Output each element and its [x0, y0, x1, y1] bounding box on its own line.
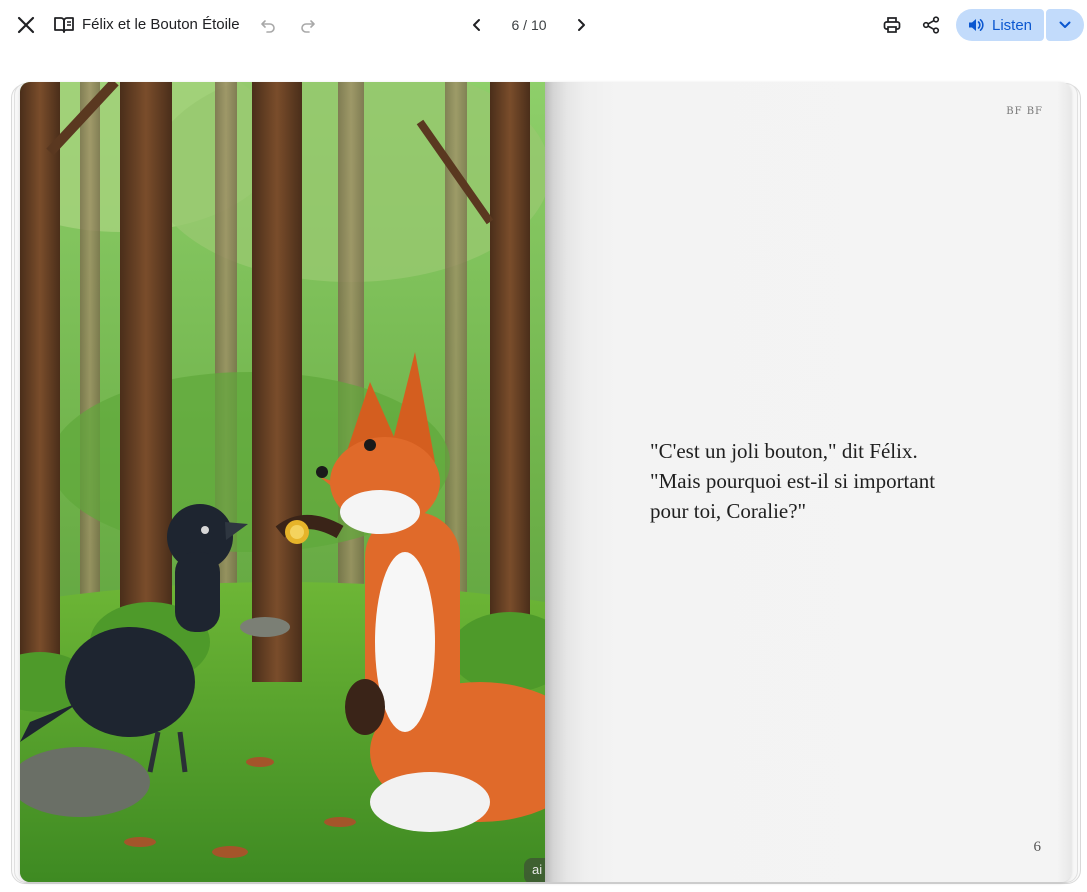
corner-mark: BF BF	[1006, 106, 1043, 117]
left-page: ai	[20, 82, 545, 882]
close-button[interactable]	[10, 9, 42, 41]
right-page: BF BF "C'est un joli bouton," dit Félix.…	[545, 82, 1071, 882]
chevron-left-icon	[473, 19, 480, 31]
book-spread: ai BF BF "C'est un joli bouton," dit Fél…	[20, 82, 1071, 882]
chevron-right-icon	[578, 19, 585, 31]
listen-label: Listen	[992, 16, 1033, 34]
illustration-fox-and-crow	[20, 82, 545, 882]
previous-page-button[interactable]	[462, 10, 492, 40]
share-button[interactable]	[915, 9, 947, 41]
next-page-button[interactable]	[566, 10, 596, 40]
story-line: pour toi, Coralie?"	[650, 499, 807, 523]
undo-button[interactable]	[254, 11, 282, 39]
page-counter: 6 / 10	[511, 17, 547, 33]
share-icon	[922, 16, 940, 34]
undo-icon	[261, 20, 275, 33]
redo-button[interactable]	[294, 11, 322, 39]
speaker-icon	[969, 19, 984, 31]
listen-button[interactable]: Listen	[956, 9, 1044, 41]
close-icon	[17, 16, 35, 34]
top-toolbar: Félix et le Bouton Étoile 6 / 10 Listen	[0, 0, 1087, 50]
redo-icon	[301, 20, 315, 33]
story-text: "C'est un joli bouton," dit Félix. "Mais…	[650, 436, 980, 526]
print-button[interactable]	[876, 9, 908, 41]
book-icon	[53, 15, 75, 35]
book-title: Félix et le Bouton Étoile	[82, 16, 240, 33]
page-number: 6	[1033, 839, 1042, 855]
story-line: "Mais pourquoi est-il si important	[650, 469, 936, 493]
ai-generated-badge: ai	[524, 858, 545, 882]
print-icon	[883, 17, 901, 33]
story-line: "C'est un joli bouton," dit Félix.	[650, 439, 918, 463]
chevron-down-icon	[1059, 21, 1071, 28]
listen-options-button[interactable]	[1046, 9, 1084, 41]
